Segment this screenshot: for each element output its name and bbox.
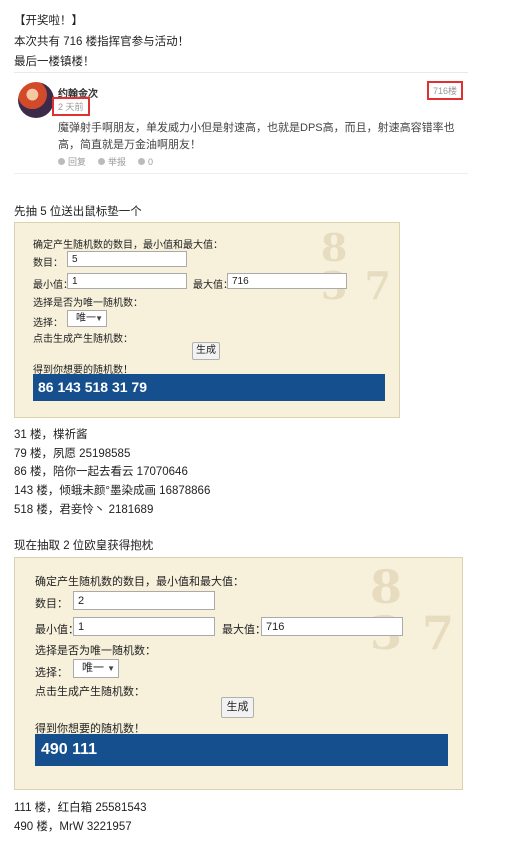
panel-intro: 确定产生随机数的数目，最小值和最大值： [35,576,244,588]
reply-icon [58,158,65,165]
flag-icon [98,158,106,165]
thumbs-up-icon [138,158,146,165]
announcement-title: 【开奖啦！】 [14,15,83,27]
divider [14,72,468,73]
min-input[interactable]: 1 [67,273,187,289]
random-number-panel: 83 7 确定产生随机数的数目，最小值和最大值： 数目： 2 最小值： 1 最大… [14,557,463,790]
result-display: 490 111 [35,734,448,766]
select-label: 选择： [33,318,63,329]
max-label: 最大值： [222,624,266,636]
report-button[interactable]: 举报 [98,155,126,168]
chevron-down-icon: ▼ [107,664,115,673]
result-display: 86 143 518 31 79 [33,374,385,401]
unique-select-value: 唯一 [76,313,96,324]
max-input[interactable]: 716 [261,617,403,636]
panel-intro: 确定产生随机数的数目，最小值和最大值： [33,240,223,251]
count-input[interactable]: 5 [67,251,187,267]
winner-line: 143 楼，倾蛾未颜°墨染成画 16878866 [14,485,211,497]
announcement-line: 本次共有 716 楼指挥官参与活动！ [14,36,190,48]
winner-line: 490 楼，MrW 3221957 [14,821,132,833]
unique-select[interactable]: 唯一 ▼ [67,310,107,327]
unique-select-value: 唯一 [82,662,104,674]
reply-button[interactable]: 回复 [58,155,86,168]
divider [14,173,468,174]
reply-label: 回复 [68,157,87,167]
random-number-panel: 83 7 确定产生随机数的数目，最小值和最大值： 数目： 5 最小值： 1 最大… [14,222,400,418]
dice-numbers-decoration: 83 7 [320,225,393,308]
generate-prompt: 点击生成产生随机数： [33,334,133,345]
unique-prompt: 选择是否为唯一随机数： [35,645,156,657]
comment-card: 约翰金次 2 天前 716楼 魔弹射手啊朋友，单发威力小但是射速高，也就是DPS… [14,72,468,174]
unique-select[interactable]: 唯一 ▼ [73,659,119,678]
avatar[interactable] [18,82,54,118]
like-count: 0 [148,156,154,167]
floor-number: 716楼 [427,81,464,100]
generate-button[interactable]: 生成 [192,342,220,360]
count-label: 数目： [35,598,68,610]
winner-line: 31 楼，楪祈酱 [14,429,88,441]
min-input[interactable]: 1 [73,617,215,636]
comment-time: 2 天前 [52,97,90,116]
count-input[interactable]: 2 [73,591,215,610]
comment-text: 魔弹射手啊朋友，单发威力小但是射速高，也就是DPS高，而且，射速高容错率也高，简… [58,122,455,151]
select-label: 选择： [35,667,68,679]
generate-button[interactable]: 生成 [221,697,254,718]
winner-line: 518 楼，君妾怜丶 2181689 [14,504,154,516]
winner-line: 86 楼，陪你一起去看云 17070646 [14,466,188,478]
max-input[interactable]: 716 [227,273,347,289]
unique-prompt: 选择是否为唯一随机数： [33,298,143,309]
generate-prompt: 点击生成产生随机数： [35,686,145,698]
like-button[interactable]: 0 [138,155,153,168]
winner-line: 79 楼，夙愿 25198585 [14,448,131,460]
winner-line: 111 楼，红白箱 25581543 [14,802,147,814]
section-heading: 先抽 5 位送出鼠标垫一个 [14,206,142,218]
report-label: 举报 [108,157,127,167]
comment-actions: 回复 举报 0 [58,155,153,168]
chevron-down-icon: ▼ [95,314,103,323]
dice-numbers-decoration: 83 7 [369,560,456,660]
announcement-line: 最后一楼镇楼！ [14,56,95,68]
section-heading: 现在抽取 2 位欧皇获得抱枕 [14,540,154,552]
count-label: 数目： [33,258,63,269]
